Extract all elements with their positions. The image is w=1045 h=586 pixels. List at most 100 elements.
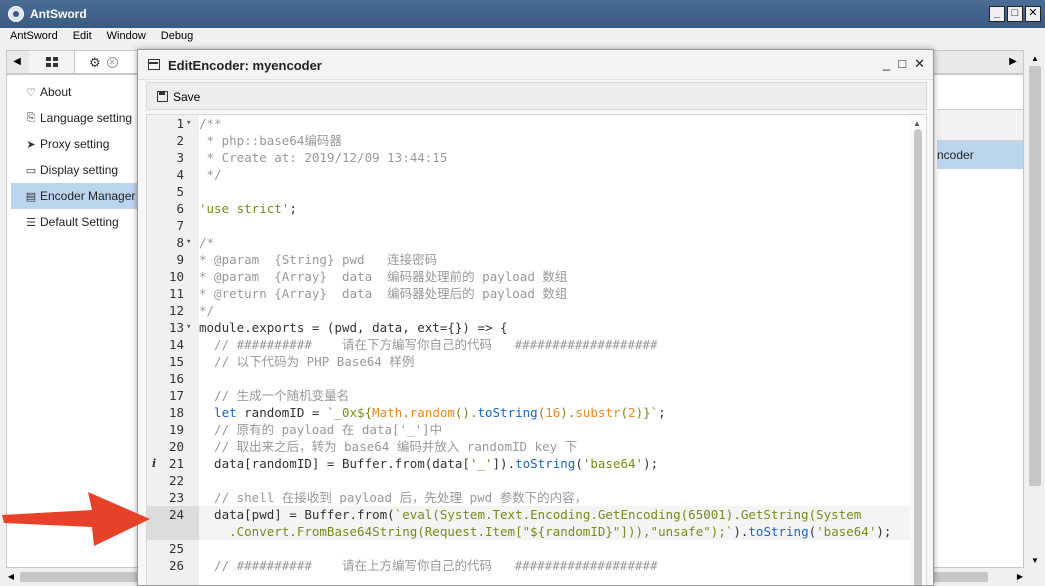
code-line[interactable]: 8 ▾ /* bbox=[147, 234, 912, 251]
code-text: // ########## 请在上方编写你自己的代码 #############… bbox=[199, 557, 658, 574]
tab-scroll-left-button[interactable]: ◀ bbox=[9, 53, 25, 71]
code-token: toString bbox=[515, 456, 576, 471]
info-annotation-icon[interactable]: i bbox=[152, 455, 156, 472]
code-token: randomID = bbox=[244, 405, 327, 420]
line-number: 19 bbox=[168, 422, 184, 437]
code-line[interactable]: .Convert.FromBase64String(Request.Item["… bbox=[147, 523, 912, 540]
code-line[interactable]: 17 // 生成一个随机变量名 bbox=[147, 387, 912, 404]
fold-toggle-icon[interactable]: ▾ bbox=[186, 234, 194, 251]
line-number: 4 bbox=[176, 167, 184, 182]
minimize-button[interactable]: _ bbox=[989, 6, 1005, 22]
scrollbar-thumb[interactable] bbox=[914, 129, 922, 585]
line-number: 22 bbox=[168, 473, 184, 488]
code-line[interactable]: 9 * @param {String} pwd 连接密码 bbox=[147, 251, 912, 268]
code-token: * @param {String} pwd 连接密码 bbox=[199, 252, 438, 267]
sidebar-item-label: Display setting bbox=[40, 163, 119, 177]
code-line[interactable]: 14 // ########## 请在下方编写你自己的代码 ##########… bbox=[147, 336, 912, 353]
scroll-up-icon[interactable]: ▲ bbox=[1028, 52, 1042, 66]
line-number: 2 bbox=[176, 133, 184, 148]
code-line[interactable]: 1 ▾ /** bbox=[147, 115, 912, 132]
sidebar-item-about[interactable]: ♡ About bbox=[11, 79, 139, 105]
code-line[interactable]: 3 * Create at: 2019/12/09 13:44:15 bbox=[147, 149, 912, 166]
maximize-button[interactable]: □ bbox=[1007, 6, 1023, 22]
code-line[interactable]: 10 * @param {Array} data 编码器处理前的 payload … bbox=[147, 268, 912, 285]
menu-edit[interactable]: Edit bbox=[63, 28, 97, 46]
code-line[interactable]: 21 i data[randomID] = Buffer.from(data['_… bbox=[147, 455, 912, 472]
encoder-list-row[interactable]: ncoder bbox=[937, 141, 1023, 169]
code-token: /** bbox=[199, 116, 222, 131]
tab-settings[interactable]: ⚙ ✕ bbox=[75, 51, 137, 73]
gear-icon: ⚙ bbox=[89, 54, 101, 70]
code-token: toString bbox=[477, 405, 538, 420]
code-area[interactable]: 1 ▾ /** 2 * php::base64编码器 3 * Create at: 20… bbox=[147, 115, 912, 585]
code-line[interactable]: 2 * php::base64编码器 bbox=[147, 132, 912, 149]
code-line[interactable]: 18 let randomID = `_0x${Math.random().to… bbox=[147, 404, 912, 421]
menu-antsword[interactable]: AntSword bbox=[0, 28, 63, 46]
code-line[interactable]: 25 bbox=[147, 540, 912, 557]
code-token: . bbox=[402, 405, 410, 420]
code-token: module.exports = (pwd, data, ext={}) => … bbox=[199, 320, 508, 335]
code-line[interactable]: 12 */ bbox=[147, 302, 912, 319]
code-line[interactable]: 13 ▾ module.exports = (pwd, data, ext={}) … bbox=[147, 319, 912, 336]
code-line[interactable]: 22 bbox=[147, 472, 912, 489]
sidebar-item-language[interactable]: ⎘ Language setting bbox=[11, 105, 139, 131]
code-line[interactable]: 19 // 原有的 payload 在 data['_']中 bbox=[147, 421, 912, 438]
code-line[interactable]: 24 data[pwd] = Buffer.from(`eval(System.… bbox=[147, 506, 912, 523]
scrollbar-thumb[interactable] bbox=[1029, 66, 1041, 486]
settings-sidebar: ♡ About ⎘ Language setting ➤ Proxy setti… bbox=[11, 79, 139, 235]
sidebar-item-display[interactable]: ▭ Display setting bbox=[11, 157, 139, 183]
code-line[interactable]: 16 bbox=[147, 370, 912, 387]
dialog-controls: _ □ ✕ bbox=[883, 56, 925, 72]
scroll-down-icon[interactable]: ▼ bbox=[1028, 554, 1042, 568]
close-button[interactable]: ✕ bbox=[1025, 6, 1041, 22]
sidebar-item-default-setting[interactable]: ☰ Default Setting bbox=[11, 209, 139, 235]
code-token: random bbox=[409, 405, 455, 420]
scroll-right-icon[interactable]: ▶ bbox=[1013, 570, 1027, 584]
code-line[interactable]: 23 // shell 在接收到 payload 后，先处理 pwd 参数下的内… bbox=[147, 489, 912, 506]
sidebar-item-encoder-manager[interactable]: ▤ Encoder Manager bbox=[11, 183, 139, 209]
tab-shells[interactable] bbox=[29, 51, 75, 73]
tab-scroll-right-button[interactable]: ▶ bbox=[1005, 53, 1021, 71]
code-line[interactable]: 5 bbox=[147, 183, 912, 200]
scroll-left-icon[interactable]: ◀ bbox=[4, 570, 18, 584]
code-token: // 取出来之后，转为 base64 编码并放入 randomID key 下 bbox=[199, 439, 578, 454]
sidebar-item-proxy[interactable]: ➤ Proxy setting bbox=[11, 131, 139, 157]
dialog-titlebar[interactable]: EditEncoder: myencoder _ □ ✕ bbox=[138, 50, 933, 80]
code-line[interactable]: 7 bbox=[147, 217, 912, 234]
code-token: `_0x${ bbox=[326, 405, 373, 420]
close-icon[interactable]: ✕ bbox=[106, 56, 118, 68]
fold-toggle-icon[interactable]: ▾ bbox=[186, 115, 194, 132]
code-token: '_' bbox=[469, 456, 493, 471]
code-text: // 以下代码为 PHP Base64 样例 bbox=[199, 353, 414, 370]
menu-debug[interactable]: Debug bbox=[151, 28, 198, 46]
line-number: 14 bbox=[168, 337, 184, 352]
code-line[interactable]: 26 // ########## 请在上方编写你自己的代码 ##########… bbox=[147, 557, 912, 574]
monitor-icon: ▭ bbox=[25, 164, 37, 177]
code-text: // 取出来之后，转为 base64 编码并放入 randomID key 下 bbox=[199, 438, 577, 455]
code-text: */ bbox=[199, 166, 222, 183]
code-line[interactable]: 6 'use strict'; bbox=[147, 200, 912, 217]
window-controls: _ □ ✕ bbox=[989, 6, 1041, 22]
dialog-title: EditEncoder: myencoder bbox=[168, 58, 322, 73]
code-text: */ bbox=[199, 302, 214, 319]
sidebar-item-label: Default Setting bbox=[40, 215, 119, 229]
code-line[interactable]: 20 // 取出来之后，转为 base64 编码并放入 randomID key… bbox=[147, 438, 912, 455]
save-button[interactable]: Save bbox=[151, 86, 206, 107]
code-line[interactable]: 11 * @return {Array} data 编码器处理后的 payload… bbox=[147, 285, 912, 302]
dialog-minimize-button[interactable]: _ bbox=[883, 56, 890, 72]
editor-vertical-scrollbar[interactable]: ▲ bbox=[910, 115, 926, 585]
code-text: /* bbox=[199, 234, 214, 251]
code-line[interactable]: 4 */ bbox=[147, 166, 912, 183]
dialog-close-button[interactable]: ✕ bbox=[914, 56, 925, 72]
line-number: 17 bbox=[168, 388, 184, 403]
code-editor[interactable]: 1 ▾ /** 2 * php::base64编码器 3 * Create at: 20… bbox=[146, 114, 927, 585]
code-line[interactable]: 15 // 以下代码为 PHP Base64 样例 bbox=[147, 353, 912, 370]
code-token: // 以下代码为 PHP Base64 样例 bbox=[199, 354, 415, 369]
dialog-maximize-button[interactable]: □ bbox=[898, 56, 906, 72]
grid-icon bbox=[45, 57, 58, 67]
fold-toggle-icon[interactable]: ▾ bbox=[186, 319, 194, 336]
menu-window[interactable]: Window bbox=[97, 28, 151, 46]
code-token: // ########## 请在上方编写你自己的代码 #############… bbox=[199, 558, 658, 573]
scroll-up-icon[interactable]: ▲ bbox=[913, 119, 921, 128]
window-vertical-scrollbar[interactable]: ▲ ▼ bbox=[1028, 52, 1042, 568]
